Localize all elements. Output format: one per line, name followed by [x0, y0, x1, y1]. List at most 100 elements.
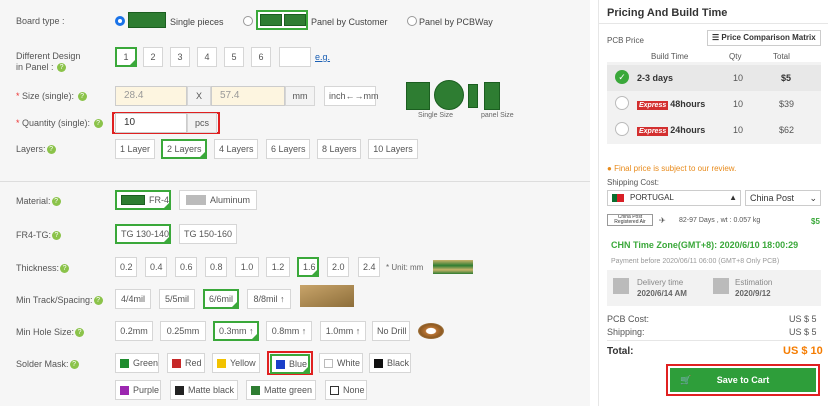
china-post-logo: China Post Registered Air [607, 214, 653, 226]
eg-link[interactable]: e.g. [315, 52, 330, 62]
quantity-label: * Quantity (single): ? [16, 118, 103, 129]
layer-option-2[interactable]: 2 Layers [161, 139, 207, 159]
mask-yellow[interactable]: Yellow [212, 353, 260, 373]
carrier-select[interactable]: China Post ⌄ [745, 190, 821, 206]
radio-panel-by-customer[interactable] [243, 16, 253, 26]
mask-green[interactable]: Green [115, 353, 159, 373]
hole-0.3mm[interactable]: 0.3mm ↑ [213, 321, 259, 341]
layer-option-1[interactable]: 1 Layer [115, 139, 155, 159]
shipping-cost-label: Shipping Cost: [607, 178, 660, 187]
price-row-48h[interactable]: Express 48hours 10 $39 [607, 91, 821, 117]
material-aluminum[interactable]: Aluminum [179, 190, 257, 210]
unit-toggle-button[interactable]: inch←→mm [324, 86, 379, 106]
help-icon[interactable]: ? [93, 296, 103, 306]
hole-0.2mm[interactable]: 0.2mm [115, 321, 153, 341]
help-icon[interactable]: ? [60, 264, 70, 274]
build-time: 24hours [670, 125, 706, 135]
different-design-row: Different Design in Panel : ? 1 2 3 4 5 6… [0, 47, 590, 75]
layer-option-6[interactable]: 6 Layers [266, 139, 310, 159]
track-8-8mil[interactable]: 8/8mil ↑ [247, 289, 291, 309]
size-height-input[interactable]: 57.4 [211, 86, 285, 106]
cart-icon: 🛒 [680, 375, 692, 385]
price-row-standard[interactable]: ✓ 2-3 days 10 $5 [607, 65, 821, 91]
mask-matte-black[interactable]: Matte black [170, 380, 238, 400]
design-option-4[interactable]: 4 [197, 47, 217, 67]
hole-row: Min Hole Size:? 0.2mm 0.25mm 0.3mm ↑ 0.8… [0, 321, 590, 343]
thickness-1.2[interactable]: 1.2 [266, 257, 290, 277]
help-icon[interactable]: ? [69, 360, 79, 370]
design-option-5[interactable]: 5 [224, 47, 244, 67]
design-option-1[interactable]: 1 [115, 47, 137, 67]
layer-option-10[interactable]: 10 Layers [368, 139, 418, 159]
hole-0.25mm[interactable]: 0.25mm [160, 321, 206, 341]
build-time: 48hours [670, 99, 706, 109]
help-icon[interactable]: ? [57, 63, 67, 73]
thickness-label: Thickness:? [16, 263, 70, 274]
shipping-label: Shipping: [607, 327, 645, 337]
hole-0.8mm[interactable]: 0.8mm ↑ [266, 321, 312, 341]
save-to-cart-button[interactable]: 🛒 Save to Cart [670, 368, 816, 392]
help-icon[interactable]: ? [93, 119, 103, 129]
pcb-cost-label: PCB Cost: [607, 314, 650, 324]
mask-purple[interactable]: Purple [115, 380, 161, 400]
different-design-label: Different Design in Panel : ? [16, 51, 81, 73]
track-5-5mil[interactable]: 5/5mil [159, 289, 195, 309]
help-icon[interactable]: ? [77, 92, 87, 102]
price-row-24h[interactable]: Express 24hours 10 $62 [607, 117, 821, 143]
single-size-image-3 [468, 84, 478, 108]
radio-single-pieces[interactable] [115, 16, 125, 26]
total-value: US $ 10 [783, 345, 823, 357]
price-table: ✓ 2-3 days 10 $5 Express 48hours 10 $39 E… [607, 62, 821, 144]
tg-150-160[interactable]: TG 150-160 [179, 224, 237, 244]
design-custom-input[interactable] [279, 47, 311, 67]
thickness-unit: * Unit: mm [386, 263, 424, 272]
size-x-separator: X [187, 86, 211, 106]
help-icon[interactable]: ? [51, 197, 61, 207]
mask-blue[interactable]: Blue [270, 354, 310, 374]
tg-130-140[interactable]: TG 130-140 [115, 224, 171, 244]
total: $39 [779, 99, 795, 109]
design-option-2[interactable]: 2 [143, 47, 163, 67]
header-qty: Qty [729, 52, 742, 61]
hole-no-drill[interactable]: No Drill [372, 321, 410, 341]
hole-label: Min Hole Size:? [16, 327, 85, 338]
track-4-4mil[interactable]: 4/4mil [115, 289, 151, 309]
layers-row: Layers:? 1 Layer 2 Layers 4 Layers 6 Lay… [0, 139, 590, 161]
mask-none[interactable]: None [325, 380, 367, 400]
design-option-6[interactable]: 6 [251, 47, 271, 67]
track-6-6mil[interactable]: 6/6mil [203, 289, 239, 309]
thickness-0.4[interactable]: 0.4 [145, 257, 167, 277]
thickness-2.4[interactable]: 2.4 [358, 257, 380, 277]
mask-red[interactable]: Red [167, 353, 205, 373]
material-fr4[interactable]: FR-4 [115, 190, 171, 210]
quantity-input[interactable]: 10 [115, 113, 187, 133]
thickness-0.8[interactable]: 0.8 [205, 257, 227, 277]
mask-matte-green[interactable]: Matte green [246, 380, 316, 400]
thickness-1.6[interactable]: 1.6 [297, 257, 319, 277]
help-icon[interactable]: ? [46, 145, 56, 155]
solder-row: Solder Mask:? Green Red Yellow Blue Whit… [0, 351, 590, 375]
matrix-icon: ☰ [712, 33, 722, 42]
mask-black[interactable]: Black [369, 353, 411, 373]
mask-white[interactable]: White [319, 353, 363, 373]
radio-panel-by-pcbway[interactable] [407, 16, 417, 26]
hole-1.0mm[interactable]: 1.0mm ↑ [320, 321, 366, 341]
help-icon[interactable]: ? [75, 328, 85, 338]
board-type-label: Board type : [16, 16, 65, 26]
help-icon[interactable]: ? [52, 231, 61, 241]
solder-label: Solder Mask:? [16, 359, 79, 370]
layer-option-8[interactable]: 8 Layers [317, 139, 361, 159]
country-select[interactable]: PORTUGAL ▲ [607, 190, 741, 206]
thickness-0.6[interactable]: 0.6 [175, 257, 197, 277]
thickness-row: Thickness:? 0.2 0.4 0.6 0.8 1.0 1.2 1.6 … [0, 257, 590, 279]
thickness-2.0[interactable]: 2.0 [327, 257, 349, 277]
size-width-input[interactable]: 28.4 [115, 86, 187, 106]
payment-before: Payment before 2020/06/11 06:00 (GMT+8 O… [611, 258, 780, 265]
design-option-3[interactable]: 3 [170, 47, 190, 67]
thickness-1.0[interactable]: 1.0 [235, 257, 259, 277]
thickness-0.2[interactable]: 0.2 [115, 257, 137, 277]
qty: 10 [733, 73, 744, 83]
layer-option-4[interactable]: 4 Layers [214, 139, 258, 159]
price-matrix-button[interactable]: ☰ Price Comparison Matrix [707, 30, 821, 46]
express-badge: Express [637, 101, 669, 110]
